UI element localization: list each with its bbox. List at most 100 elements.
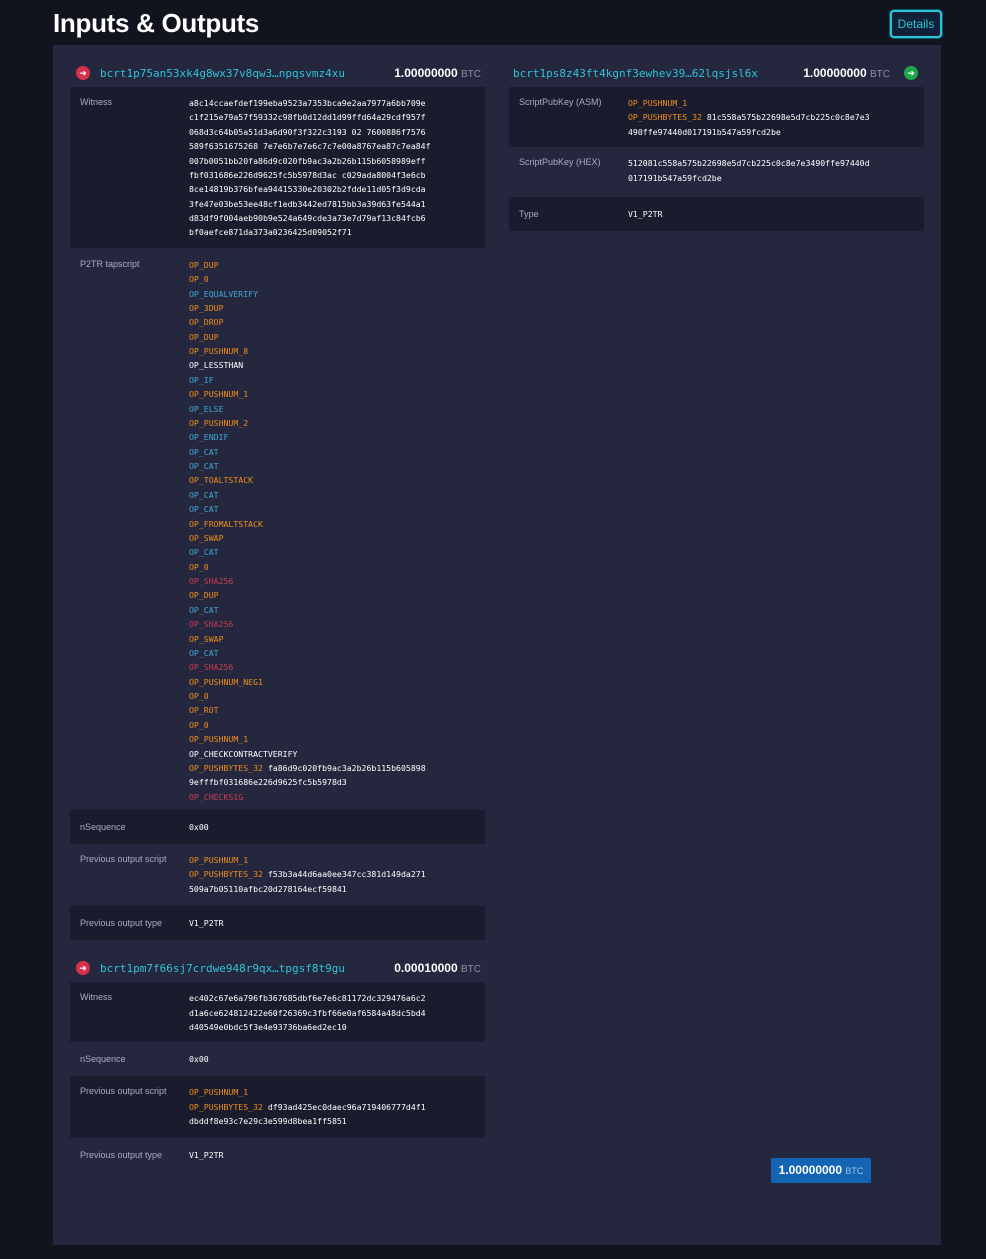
- total-amount-value: 1.00000000: [778, 1163, 843, 1177]
- opcode: OP_EQUALVERIFY: [189, 288, 259, 299]
- script-line: OP_LESSTHAN: [189, 358, 475, 372]
- prevout-type-value: V1_P2TR: [189, 918, 224, 929]
- input-amount-unit: BTC: [461, 69, 481, 80]
- opcode: OP_PUSHBYTES_32: [628, 112, 702, 123]
- opcode: OP_CAT: [189, 446, 219, 457]
- input-amount: 0.00010000 BTC: [394, 961, 481, 975]
- script-line: OP_FROMALTSTACK: [189, 517, 475, 531]
- nsequence-label: nSequence: [80, 1054, 126, 1065]
- output-arrow-icon[interactable]: ➜: [904, 66, 918, 80]
- script-line: OP_CAT: [189, 646, 475, 660]
- input-address-link[interactable]: bcrt1pm7f66sj7crdwe948r9qx…tpgsf8t9gu: [100, 962, 345, 975]
- script-line: OP_DUP: [189, 330, 475, 344]
- witness-value: ec402c67e6a796fb367685dbf6e7e6c81172dc32…: [189, 991, 475, 1034]
- opcode-argument: 490ffe97440d017191b547a59fcd2be: [628, 126, 781, 137]
- opcode: OP_CHECKCONTRACTVERIFY: [189, 748, 298, 759]
- tapscript-value: OP_DUP OP_0 OP_EQUALVERIFY OP_3DUP OP_DROP OP…: [189, 258, 475, 804]
- opcode: OP_SWAP: [189, 633, 224, 644]
- input-address-link[interactable]: bcrt1p75an53xk4g8wx37v8qw3…npqsvmz4xu: [100, 67, 345, 80]
- hex-line: 068d3c64b05a51d3a6d90f3f322c3193 02 7600…: [189, 126, 426, 137]
- opcode: OP_DUP: [189, 590, 219, 601]
- opcode: OP_SHA256: [189, 576, 234, 586]
- output-amount-value: 1.00000000: [803, 66, 867, 80]
- prevout-type-row: Previous output type V1_P2TR: [70, 1138, 485, 1172]
- script-line: OP_ELSE: [189, 402, 475, 416]
- opcode: OP_LESSTHAN: [189, 360, 244, 371]
- details-button[interactable]: Details: [890, 10, 942, 38]
- input-header: ➜ bcrt1p75an53xk4g8wx37v8qw3…npqsvmz4xu …: [70, 59, 485, 87]
- input-arrow-icon[interactable]: ➜: [76, 961, 90, 976]
- script-line: OP_PUSHNUM_1: [628, 96, 914, 110]
- opcode: OP_PUSHBYTES_32: [189, 762, 263, 773]
- opcode: OP_PUSHNUM_NEG1: [189, 676, 263, 687]
- script-line: OP_CAT: [189, 502, 475, 516]
- prevout-script-value: OP_PUSHNUM_1 OP_PUSHBYTES_32 df93ad425ec0…: [189, 1085, 475, 1128]
- opcode: OP_PUSHNUM_1: [189, 855, 249, 865]
- script-line: OP_PUSHNUM_1: [189, 853, 475, 867]
- script-line: OP_PUSHBYTES_32 f53b3a44d6aa0ee347cc381d…: [189, 867, 475, 881]
- output-address-link[interactable]: bcrt1ps8z43ft4kgnf3ewhev39…62lqsjsl6x: [513, 67, 758, 80]
- prevout-script-row: Previous output script OP_PUSHNUM_1 OP_PU…: [70, 844, 485, 906]
- input-amount: 1.00000000 BTC: [394, 66, 481, 80]
- script-line: OP_CAT: [189, 459, 475, 473]
- opcode: OP_PUSHBYTES_32: [189, 869, 263, 880]
- script-line: 9efffbf031686e226d9625fc5b5978d3: [189, 775, 475, 789]
- hex-line: fbf031686e226d9625fc5b5978d3ac c029ada80…: [189, 169, 426, 180]
- inputs-column: ➜ bcrt1p75an53xk4g8wx37v8qw3…npqsvmz4xu …: [70, 59, 485, 1172]
- tapscript-label: P2TR tapscript: [80, 258, 140, 269]
- opcode: OP_IF: [189, 374, 214, 385]
- opcode: OP_DUP: [189, 259, 219, 270]
- script-line: OP_CAT: [189, 545, 475, 559]
- nsequence-label: nSequence: [80, 822, 126, 832]
- script-line: OP_PUSHNUM_1: [189, 1085, 475, 1099]
- witness-label: Witness: [80, 992, 113, 1003]
- opcode: OP_CAT: [189, 489, 219, 500]
- script-line: OP_SHA256: [189, 574, 475, 588]
- hex-line: 8ce14819b376bfea94415330e20302b2fdde11d0…: [189, 184, 426, 195]
- page-title: Inputs & Outputs: [53, 8, 260, 38]
- output-amount: 1.00000000 BTC: [803, 66, 890, 80]
- witness-value: a8c14ccaefdef199eba9523a7353bca9e2aa7977…: [189, 96, 475, 240]
- script-line: OP_CHECKSIG: [189, 790, 475, 804]
- hex-line: 3fe47e03be53ee48cf1edb3442ed7815bb3a39d6…: [189, 198, 426, 209]
- script-line: OP_CAT: [189, 603, 475, 617]
- nsequence-value: 0x00: [189, 1054, 209, 1065]
- input-amount-unit: BTC: [461, 964, 481, 976]
- witness-row: Witness a8c14ccaefdef199eba9523a7353bca9…: [70, 87, 485, 248]
- hex-line: d83df9f004aeb90b9e524a649cde3a73e7d79af1…: [189, 213, 426, 223]
- tapscript-row: P2TR tapscript OP_DUP OP_0 OP_EQUALVERIFY O…: [70, 248, 485, 810]
- script-line: OP_SWAP: [189, 531, 475, 545]
- opcode: OP_PUSHNUM_1: [189, 1087, 249, 1098]
- opcode-argument: 9efffbf031686e226d9625fc5b5978d3: [189, 777, 347, 788]
- opcode: OP_SHA256: [189, 619, 234, 630]
- opcode-argument: df93ad425ec0daec96a719406777d4f1: [262, 1101, 426, 1112]
- type-value: V1_P2TR: [628, 208, 663, 219]
- outputs-column: bcrt1ps8z43ft4kgnf3ewhev39…62lqsjsl6x 1.…: [509, 59, 924, 231]
- hex-line: ec402c67e6a796fb367685dbf6e7e6c81172dc32…: [189, 993, 426, 1004]
- hex-line: 512081c558a575b22698e5d7cb225c0c8e7e3490…: [628, 158, 870, 169]
- opcode-argument: fa86d9c020fb9ac3a2b26b115b605898: [262, 762, 426, 773]
- nsequence-value: 0x00: [189, 822, 209, 832]
- hex-line: d40549e0bdc5f3e4e93736ba6ed2ec10: [189, 1021, 347, 1032]
- script-line: OP_SHA256: [189, 617, 475, 631]
- nsequence-row: nSequence 0x00: [70, 810, 485, 844]
- opcode: OP_PUSHNUM_8: [189, 346, 249, 356]
- scriptpubkey-hex-value: 512081c558a575b22698e5d7cb225c0c8e7e3490…: [628, 156, 914, 185]
- script-line: OP_SHA256: [189, 660, 475, 674]
- opcode: OP_FROMALTSTACK: [189, 518, 263, 529]
- script-line: OP_0: [189, 560, 475, 574]
- script-line: OP_PUSHNUM_8: [189, 344, 475, 358]
- script-line: OP_IF: [189, 373, 475, 387]
- input-arrow-icon[interactable]: ➜: [76, 66, 90, 80]
- input-header: ➜ bcrt1pm7f66sj7crdwe948r9qx…tpgsf8t9gu …: [70, 954, 485, 982]
- opcode: OP_3DUP: [189, 302, 224, 313]
- opcode: OP_DUP: [189, 331, 219, 342]
- hex-line: a8c14ccaefdef199eba9523a7353bca9e2aa7977…: [189, 98, 426, 108]
- opcode: OP_ROT: [189, 705, 219, 716]
- opcode: OP_0: [189, 691, 209, 701]
- script-line: dbddf8e93c7e29c3e599d8bea1ff5851: [189, 1114, 475, 1128]
- script-line: OP_TOALTSTACK: [189, 473, 475, 487]
- opcode: OP_PUSHNUM_1: [189, 734, 249, 745]
- prevout-type-label: Previous output type: [80, 1150, 163, 1161]
- hex-line: 017191b547a59fcd2be: [628, 172, 722, 183]
